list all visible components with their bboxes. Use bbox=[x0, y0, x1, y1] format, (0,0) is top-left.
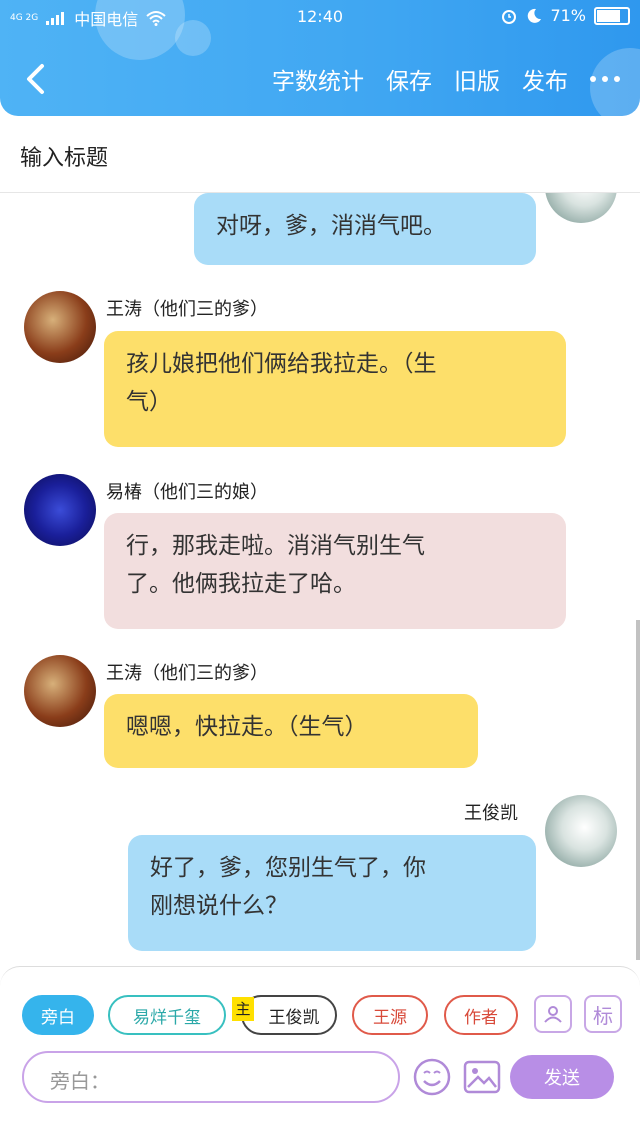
scrollbar[interactable] bbox=[636, 620, 640, 960]
person-card-icon[interactable] bbox=[534, 995, 572, 1033]
emoji-icon[interactable] bbox=[412, 1057, 452, 1097]
avatar bbox=[24, 474, 96, 546]
main-role-badge: 主 bbox=[232, 997, 254, 1021]
publish-button[interactable]: 发布 bbox=[522, 62, 568, 96]
chat-area: 对呀，爹，消消气吧。 王涛（他们三的爹） 孩儿娘把他们俩给我拉走。（生 气） 易… bbox=[0, 193, 640, 965]
sender-name: 易椿（他们三的娘） bbox=[106, 482, 268, 503]
message-text: 了。他俩我拉走了哈。 bbox=[126, 571, 356, 597]
word-count-button[interactable]: 字数统计 bbox=[272, 62, 364, 96]
battery-fill bbox=[597, 9, 620, 22]
message-input[interactable]: 旁白： bbox=[22, 1051, 400, 1103]
message-text: 嗯嗯，快拉走。（生气） bbox=[126, 714, 368, 740]
status-bar: 4G 2G 中国电信 12:40 71% bbox=[0, 0, 640, 34]
alarm-icon bbox=[502, 9, 517, 24]
message-text: 刚想说什么？ bbox=[150, 893, 288, 919]
chat-bubble: 嗯嗯，快拉走。（生气） bbox=[104, 694, 478, 768]
role-chip-3[interactable]: 王源 bbox=[352, 995, 428, 1035]
header-bar: 4G 2G 中国电信 12:40 71% 字数统计 保存 旧版 发布 bbox=[0, 0, 640, 116]
chat-bubble: 对呀，爹，消消气吧。 bbox=[194, 193, 536, 265]
tag-icon[interactable]: 标 bbox=[584, 995, 622, 1033]
title-input-row[interactable]: 输入标题 bbox=[0, 116, 640, 193]
message-text: 孩儿娘把他们俩给我拉走。（生 bbox=[126, 351, 437, 377]
image-icon[interactable] bbox=[462, 1057, 502, 1097]
title-input[interactable]: 输入标题 bbox=[20, 140, 108, 172]
chat-bubble: 好了，爹，您别生气了，你 刚想说什么？ bbox=[128, 835, 536, 951]
role-chip-narration[interactable]: 旁白 bbox=[22, 995, 94, 1035]
role-chip-4[interactable]: 作者 bbox=[444, 995, 518, 1035]
avatar bbox=[545, 795, 617, 867]
send-button[interactable]: 发送 bbox=[510, 1055, 614, 1099]
role-chip-label: 王俊凯 bbox=[268, 1007, 320, 1028]
role-chip-2[interactable]: 王俊凯 bbox=[241, 995, 337, 1035]
message-text: 行，那我走啦。消消气别生气 bbox=[126, 533, 425, 559]
avatar bbox=[24, 291, 96, 363]
more-icon[interactable] bbox=[590, 76, 620, 82]
chat-bubble: 孩儿娘把他们俩给我拉走。（生 气） bbox=[104, 331, 566, 447]
avatar bbox=[24, 655, 96, 727]
toolbar-actions: 字数统计 保存 旧版 发布 bbox=[272, 62, 620, 96]
back-arrow-icon[interactable] bbox=[20, 62, 54, 96]
message-text: 对呀，爹，消消气吧。 bbox=[216, 213, 446, 239]
battery-percent: 71% bbox=[550, 6, 586, 25]
sender-name: 王涛（他们三的爹） bbox=[106, 663, 268, 684]
save-button[interactable]: 保存 bbox=[386, 62, 432, 96]
old-version-button[interactable]: 旧版 bbox=[454, 62, 500, 96]
avatar bbox=[545, 193, 617, 223]
battery-icon bbox=[594, 6, 630, 25]
moon-icon bbox=[528, 8, 542, 23]
sender-name: 王俊凯 bbox=[464, 803, 518, 824]
composer-panel: 旁白 易烊千玺 王俊凯 主 王源 作者 标 旁白： 发送 bbox=[0, 966, 640, 1139]
message-text: 气） bbox=[126, 389, 172, 415]
role-chip-1[interactable]: 易烊千玺 bbox=[108, 995, 226, 1035]
message-text: 好了，爹，您别生气了，你 bbox=[150, 855, 426, 881]
chat-bubble: 行，那我走啦。消消气别生气 了。他俩我拉走了哈。 bbox=[104, 513, 566, 629]
sender-name: 王涛（他们三的爹） bbox=[106, 299, 268, 320]
